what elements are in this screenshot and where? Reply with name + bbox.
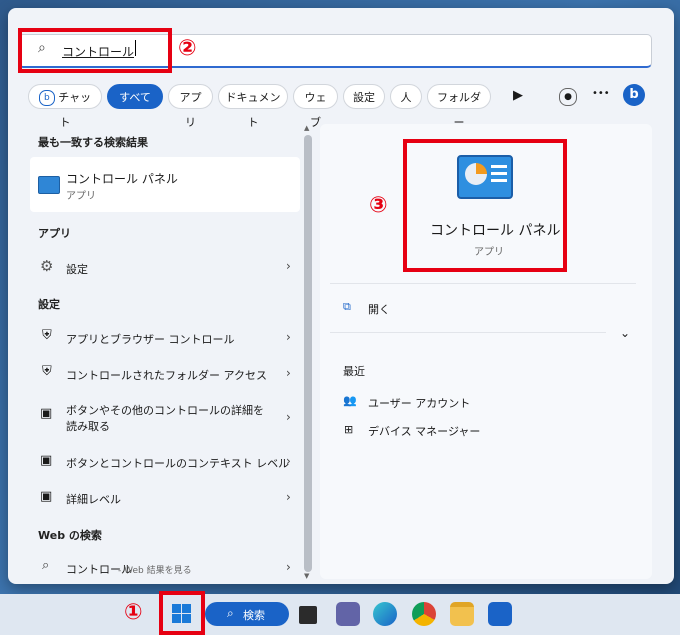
taskbar-search-label: 検索 (243, 609, 265, 622)
filter-chip-chat[interactable]: b チャット (28, 84, 102, 129)
filter-chip-all[interactable]: すべて (107, 84, 163, 109)
more-options-icon[interactable]: ••• (592, 88, 610, 99)
chevron-right-icon[interactable]: › (286, 560, 291, 574)
web-search-suffix: - Web 結果を見る (118, 566, 192, 576)
recent-header: 最近 (343, 365, 365, 378)
accessibility-icon: ▣ (40, 453, 53, 468)
teams-icon[interactable] (336, 602, 360, 626)
chrome-icon[interactable] (412, 602, 436, 626)
open-action[interactable]: 開く (368, 301, 390, 317)
filter-chip-documents[interactable]: ドキュメント (218, 84, 288, 129)
chevron-right-icon[interactable]: › (286, 259, 291, 273)
recent-item[interactable]: デバイス マネージャー (368, 423, 480, 439)
annotation-step-2: ② (178, 36, 197, 61)
store-icon[interactable] (488, 602, 512, 626)
apps-header: アプリ (38, 227, 71, 240)
filter-chip-settings[interactable]: 設定 (343, 84, 385, 109)
edge-icon[interactable] (373, 602, 397, 626)
shield-icon: ⛨ (42, 364, 52, 379)
accessibility-icon: ▣ (40, 489, 53, 504)
file-explorer-icon[interactable] (450, 602, 474, 626)
taskbar-search-button[interactable]: ⌕ 検索 (205, 602, 289, 626)
control-panel-icon (38, 176, 60, 194)
divider (330, 283, 636, 284)
filter-chip-apps[interactable]: アプリ (168, 84, 213, 129)
app-item-label: 設定 (66, 263, 88, 276)
filter-chip-people[interactable]: 人 (390, 84, 422, 109)
filter-chip-folders[interactable]: フォルダー (427, 84, 491, 129)
chevron-right-icon[interactable]: › (286, 330, 291, 344)
search-icon: ⌕ (227, 606, 234, 620)
annotation-box-2 (18, 28, 172, 73)
device-manager-icon: ⊞ (344, 423, 354, 436)
gear-icon: ⚙ (40, 257, 54, 275)
open-icon: ⧉ (343, 300, 351, 313)
chevron-right-icon[interactable]: › (286, 490, 291, 504)
chevron-right-icon[interactable]: › (286, 454, 291, 468)
accessibility-icon: ▣ (40, 406, 53, 421)
task-view-icon[interactable] (299, 606, 317, 624)
settings-item-label: ボタンとコントロールのコンテキスト レベル (66, 457, 290, 470)
scroll-up-icon[interactable]: ▲ (304, 124, 309, 132)
account-icon[interactable]: ● (559, 88, 577, 106)
best-match-header: 最も一致する検索結果 (38, 136, 148, 149)
settings-item-label: コントロールされたフォルダー アクセス (66, 369, 267, 382)
chevron-down-icon[interactable]: ⌄ (620, 326, 630, 340)
annotation-step-3: ③ (369, 193, 388, 218)
scrollbar-thumb[interactable] (304, 135, 312, 572)
web-search-header: Web の検索 (38, 529, 102, 542)
best-match-title: コントロール パネル (66, 172, 178, 186)
settings-item-label: ボタンやその他のコントロールの詳細を読み取る (66, 404, 264, 433)
search-icon: ⌕ (42, 558, 50, 573)
filter-chip-web[interactable]: ウェブ (293, 84, 338, 129)
bing-icon[interactable]: b (623, 84, 645, 106)
annotation-box-3 (403, 139, 567, 272)
settings-item-label: アプリとブラウザー コントロール (66, 333, 235, 346)
user-accounts-icon: 👥 (343, 394, 357, 407)
more-filters-arrow-icon[interactable]: ▶ (513, 88, 523, 103)
bing-chat-icon: b (38, 90, 55, 106)
settings-header: 設定 (38, 298, 60, 311)
chevron-right-icon[interactable]: › (286, 366, 291, 380)
annotation-box-1 (159, 591, 205, 635)
settings-item-label: 詳細レベル (66, 493, 121, 506)
best-match-subtitle: アプリ (66, 191, 96, 202)
divider (330, 332, 606, 333)
scroll-down-icon[interactable]: ▼ (304, 572, 309, 580)
recent-item[interactable]: ユーザー アカウント (368, 395, 470, 411)
shield-icon: ⛨ (42, 328, 52, 343)
chevron-right-icon[interactable]: › (286, 410, 291, 424)
annotation-step-1: ① (124, 600, 143, 625)
